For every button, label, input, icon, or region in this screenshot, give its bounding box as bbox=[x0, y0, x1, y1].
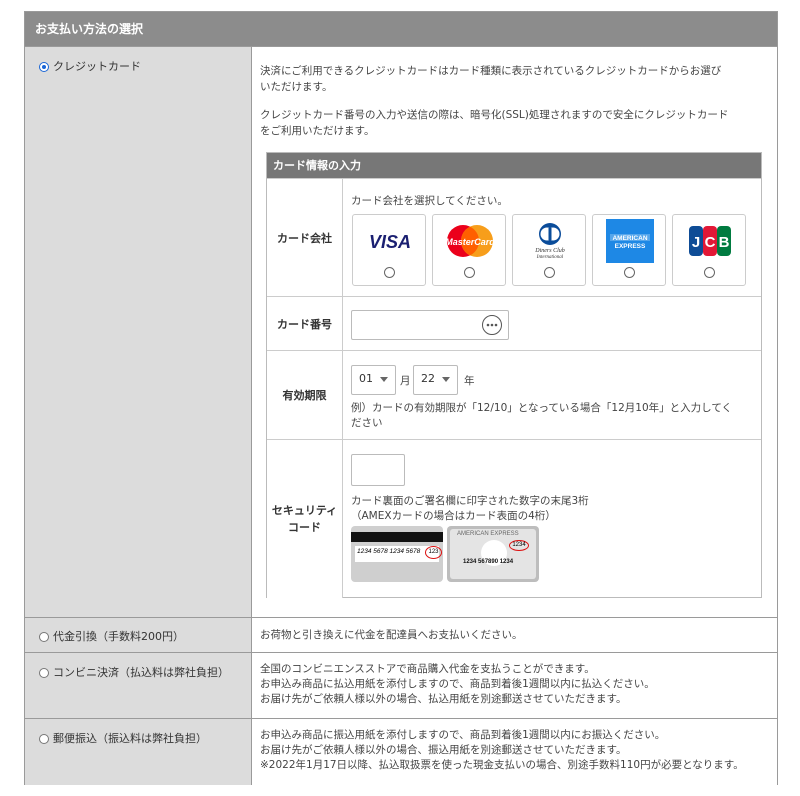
option-label-cell: 郵便振込（振込料は弊社負担） bbox=[25, 719, 252, 785]
svg-text:EXPRESS: EXPRESS bbox=[615, 243, 646, 250]
security-note-2: （AMEXカードの場合はカード表面の4桁） bbox=[351, 510, 556, 522]
visa-logo-icon: VISA bbox=[362, 221, 418, 261]
card-company-row: カード会社 カード会社を選択してください。 VISA MasterCard Di… bbox=[267, 178, 761, 297]
text-line: お申込み商品に払込用紙を添付しますので、商品到着後1週間以内に払込ください。 bbox=[260, 678, 655, 690]
jcb-radio[interactable] bbox=[704, 267, 715, 278]
card-number-input[interactable] bbox=[351, 310, 509, 340]
chevron-down-icon bbox=[442, 377, 450, 382]
text-line: お荷物と引き換えに代金を配達員へお支払いください。 bbox=[260, 629, 523, 641]
credit-card-radio[interactable] bbox=[39, 62, 49, 72]
text-line: 全国のコンビニエンスストアで商品購入代金を支払うことができます。 bbox=[260, 663, 595, 675]
magnetic-stripe bbox=[351, 532, 443, 542]
card-form-title: カード情報の入力 bbox=[267, 153, 761, 178]
card-number-label: カード番号 bbox=[267, 297, 343, 351]
diners-radio[interactable] bbox=[544, 267, 555, 278]
amex-brand-text: AMERICAN EXPRESS bbox=[457, 531, 519, 537]
label-line: コード bbox=[288, 521, 321, 534]
postal-transfer-radio[interactable] bbox=[39, 734, 49, 744]
option-description-cell: お荷物と引き換えに代金を配達員へお支払いください。 bbox=[252, 618, 777, 653]
visa-radio[interactable] bbox=[384, 267, 395, 278]
text-line: 決済にご利用できるクレジットカードはカード種類に表示されているクレジットカードか… bbox=[260, 65, 722, 77]
svg-text:AMERICAN: AMERICAN bbox=[612, 235, 647, 242]
cod-label[interactable]: 代金引換（手数料200円） bbox=[53, 628, 184, 644]
credit-card-info-paragraph-1: 決済にご利用できるクレジットカードはカード種類に表示されているクレジットカードか… bbox=[260, 63, 721, 95]
card-back-code: 123 bbox=[425, 546, 442, 559]
svg-text:International: International bbox=[536, 255, 564, 260]
svg-text:MasterCard: MasterCard bbox=[445, 237, 495, 247]
security-note-1: カード裏面のご署名欄に印字された数字の末尾3桁 bbox=[351, 495, 589, 507]
cod-description: お荷物と引き換えに代金を配達員へお支払いください。 bbox=[260, 627, 523, 643]
month-unit: 月 bbox=[400, 375, 411, 387]
card-option-jcb[interactable]: J C B bbox=[672, 214, 746, 286]
expiry-month-select[interactable]: 01 bbox=[351, 365, 396, 395]
text-line: いただけます。 bbox=[260, 81, 333, 93]
card-company-label: カード会社 bbox=[267, 179, 343, 297]
amex-front-illustration: AMERICAN EXPRESS 1234 1234 567890 1234 bbox=[447, 526, 539, 582]
option-label-cell: コンビニ決済（払込料は弊社負担） bbox=[25, 653, 252, 719]
expiry-year-value: 22 bbox=[421, 372, 435, 385]
expiry-row: 有効期限 01 月 22 年 例）カードの有効期限が「12/10」となっている場… bbox=[267, 350, 761, 440]
password-manager-icon[interactable] bbox=[482, 315, 502, 335]
card-info-form: カード情報の入力 カード会社 カード会社を選択してください。 VISA Mast… bbox=[266, 152, 762, 598]
panel-header: お支払い方法の選択 bbox=[25, 12, 777, 46]
svg-text:B: B bbox=[719, 234, 730, 251]
text-line: お届け先がご依頼人様以外の場合、払込用紙を別途郵送させていただきます。 bbox=[260, 693, 627, 705]
svg-text:C: C bbox=[705, 234, 716, 251]
year-unit: 年 bbox=[464, 375, 475, 387]
cod-radio[interactable] bbox=[39, 632, 49, 642]
payment-method-panel: お支払い方法の選択 クレジットカード 決済にご利用できるクレジットカードはカード… bbox=[24, 11, 778, 785]
expiry-label: 有効期限 bbox=[267, 351, 343, 440]
convenience-store-radio[interactable] bbox=[39, 668, 49, 678]
amex-front-number: 1234 567890 1234 bbox=[463, 559, 514, 565]
convenience-store-label[interactable]: コンビニ決済（払込料は弊社負担） bbox=[53, 664, 229, 680]
payment-option-convenience-store: コンビニ決済（払込料は弊社負担） 全国のコンビニエンスストアで商品購入代金を支払… bbox=[25, 652, 777, 719]
text-line: ※2022年1月17日以降、払込取扱票を使った現金支払いの場合、別途手数料110… bbox=[260, 759, 744, 771]
svg-text:Diners Club: Diners Club bbox=[534, 248, 565, 254]
text-line: お申込み商品に振込用紙を添付しますので、商品到着後1週間以内にお振込ください。 bbox=[260, 729, 666, 741]
amex-front-code: 1234 bbox=[509, 540, 529, 551]
label-line: セキュリティ bbox=[271, 504, 338, 517]
text-line: お届け先がご依頼人様以外の場合、振込用紙を別途郵送させていただきます。 bbox=[260, 744, 627, 756]
card-back-illustration: 1234 5678 1234 5678 123 bbox=[351, 526, 443, 582]
expiry-year-select[interactable]: 22 bbox=[413, 365, 458, 395]
jcb-logo-icon: J C B bbox=[682, 221, 738, 261]
text-line: クレジットカード番号の入力や送信の際は、暗号化(SSL)処理されますので安全にク… bbox=[260, 109, 729, 121]
payment-option-postal-transfer: 郵便振込（振込料は弊社負担） お申込み商品に振込用紙を添付しますので、商品到着後… bbox=[25, 718, 777, 785]
amex-radio[interactable] bbox=[624, 267, 635, 278]
card-option-visa[interactable]: VISA bbox=[352, 214, 426, 286]
postal-transfer-label[interactable]: 郵便振込（振込料は弊社負担） bbox=[53, 730, 207, 746]
security-code-label: セキュリティ コード bbox=[267, 440, 343, 598]
svg-text:VISA: VISA bbox=[369, 232, 411, 252]
card-option-mastercard[interactable]: MasterCard bbox=[432, 214, 506, 286]
option-label-cell: 代金引換（手数料200円） bbox=[25, 618, 252, 653]
postal-transfer-description: お申込み商品に振込用紙を添付しますので、商品到着後1週間以内にお振込ください。 … bbox=[260, 728, 744, 773]
security-code-input[interactable] bbox=[351, 454, 405, 486]
credit-card-label[interactable]: クレジットカード bbox=[53, 58, 141, 74]
text-line: をご利用いただけます。 bbox=[260, 125, 375, 137]
credit-card-info-paragraph-2: クレジットカード番号の入力や送信の際は、暗号化(SSL)処理されますので安全にク… bbox=[260, 107, 728, 139]
card-back-number: 1234 5678 1234 5678 bbox=[357, 548, 421, 555]
mastercard-radio[interactable] bbox=[464, 267, 475, 278]
option-description-cell: お申込み商品に振込用紙を添付しますので、商品到着後1週間以内にお振込ください。 … bbox=[252, 719, 777, 785]
svg-text:J: J bbox=[692, 234, 700, 251]
convenience-store-description: 全国のコンビニエンスストアで商品購入代金を支払うことができます。 お申込み商品に… bbox=[260, 662, 655, 707]
expiry-month-value: 01 bbox=[359, 372, 373, 385]
card-option-amex[interactable]: AMERICAN EXPRESS bbox=[592, 214, 666, 286]
option-label-cell: クレジットカード bbox=[25, 47, 252, 618]
american-express-logo-icon: AMERICAN EXPRESS bbox=[602, 219, 658, 263]
card-option-diners[interactable]: Diners Club International bbox=[512, 214, 586, 286]
text-line: 例）カードの有効期限が「12/10」となっている場合「12月10年」と入力してく bbox=[351, 402, 733, 414]
card-number-row: カード番号 bbox=[267, 296, 761, 351]
payment-option-cod: 代金引換（手数料200円） お荷物と引き換えに代金を配達員へお支払いください。 bbox=[25, 617, 777, 653]
mastercard-logo-icon: MasterCard bbox=[442, 221, 498, 261]
text-line: ださい bbox=[351, 417, 383, 429]
chevron-down-icon bbox=[380, 377, 388, 382]
security-code-row: セキュリティ コード カード裏面のご署名欄に印字された数字の末尾3桁 （AMEX… bbox=[267, 439, 761, 598]
card-company-hint: カード会社を選択してください。 bbox=[351, 195, 508, 207]
expiry-note: 例）カードの有効期限が「12/10」となっている場合「12月10年」と入力してく… bbox=[351, 401, 732, 431]
diners-club-logo-icon: Diners Club International bbox=[522, 221, 578, 261]
option-description-cell: 全国のコンビニエンスストアで商品購入代金を支払うことができます。 お申込み商品に… bbox=[252, 653, 777, 719]
